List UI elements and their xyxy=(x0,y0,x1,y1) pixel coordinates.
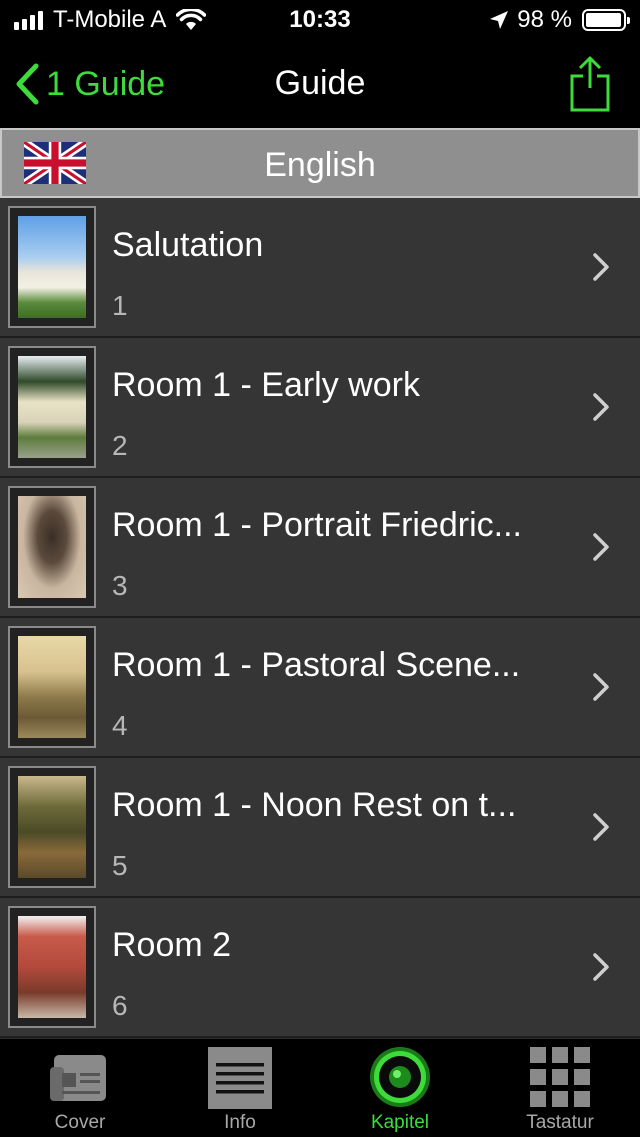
location-arrow-icon xyxy=(490,11,509,29)
tab-cover[interactable]: Cover xyxy=(0,1039,160,1137)
thumbnail-image xyxy=(18,636,86,738)
item-number: 4 xyxy=(112,710,128,741)
thumbnail xyxy=(8,766,96,888)
thumbnail-image xyxy=(18,776,86,878)
status-bar: T-Mobile A 10:33 98 % xyxy=(0,0,640,40)
chapter-list: Salutation 1 Room 1 - Early work 2 Room … xyxy=(0,198,640,1038)
status-right: 98 % xyxy=(489,6,630,34)
item-title: Room 1 - Noon Rest on t... xyxy=(112,786,517,824)
chevron-right-icon xyxy=(593,253,609,281)
battery-fill xyxy=(586,13,622,27)
tab-info[interactable]: Info xyxy=(160,1039,320,1137)
share-icon xyxy=(570,56,610,112)
battery-percent: 98 % xyxy=(517,6,572,33)
chevron-right-icon xyxy=(593,533,609,561)
item-number: 3 xyxy=(112,570,128,601)
item-title: Room 2 xyxy=(112,926,232,964)
item-number: 1 xyxy=(112,290,128,321)
thumbnail xyxy=(8,346,96,468)
tab-tastatur[interactable]: Tastatur xyxy=(480,1039,640,1137)
list-item[interactable]: Room 2 6 xyxy=(0,898,640,1038)
tab-kapitel[interactable]: Kapitel xyxy=(320,1039,480,1137)
chevron-right-icon xyxy=(593,393,609,421)
navigation-bar: 1 Guide Guide xyxy=(0,40,640,128)
chevron-right-icon xyxy=(593,813,609,841)
list-item[interactable]: Room 1 - Portrait Friedric... 3 xyxy=(0,478,640,618)
tab-info-label: Info xyxy=(224,1112,256,1133)
tab-kapitel-label: Kapitel xyxy=(370,1112,430,1133)
item-title: Room 1 - Pastoral Scene... xyxy=(112,646,521,684)
page-title: Guide xyxy=(274,64,366,102)
thumbnail xyxy=(8,626,96,748)
tab-tastatur-label: Tastatur xyxy=(526,1112,594,1133)
item-title: Salutation xyxy=(112,226,264,264)
list-item[interactable]: Salutation 1 xyxy=(0,198,640,338)
item-number: 6 xyxy=(112,990,128,1021)
chevron-right-icon xyxy=(593,673,609,701)
item-title: Room 1 - Portrait Friedric... xyxy=(112,506,522,544)
list-item[interactable]: Room 1 - Early work 2 xyxy=(0,338,640,478)
keypad-icon xyxy=(530,1047,590,1107)
item-number: 5 xyxy=(112,850,128,881)
battery-icon xyxy=(582,9,630,31)
newspaper-icon xyxy=(50,1055,106,1101)
tab-bar: Cover Info Kapitel Tastatur xyxy=(0,1038,640,1137)
thumbnail xyxy=(8,486,96,608)
language-label: English xyxy=(264,146,376,184)
item-number: 2 xyxy=(112,430,128,461)
speaker-icon xyxy=(370,1047,430,1107)
list-item[interactable]: Room 1 - Pastoral Scene... 4 xyxy=(0,618,640,758)
chevron-right-icon xyxy=(593,953,609,981)
language-header[interactable]: English xyxy=(0,128,640,198)
document-icon xyxy=(208,1047,272,1109)
share-button[interactable] xyxy=(570,56,610,117)
thumbnail xyxy=(8,906,96,1028)
list-item[interactable]: Room 1 - Noon Rest on t... 5 xyxy=(0,758,640,898)
tab-cover-label: Cover xyxy=(54,1112,106,1133)
thumbnail-image xyxy=(18,216,86,318)
thumbnail xyxy=(8,206,96,328)
thumbnail-image xyxy=(18,356,86,458)
thumbnail-image xyxy=(18,916,86,1018)
thumbnail-image xyxy=(18,496,86,598)
item-title: Room 1 - Early work xyxy=(112,366,420,404)
